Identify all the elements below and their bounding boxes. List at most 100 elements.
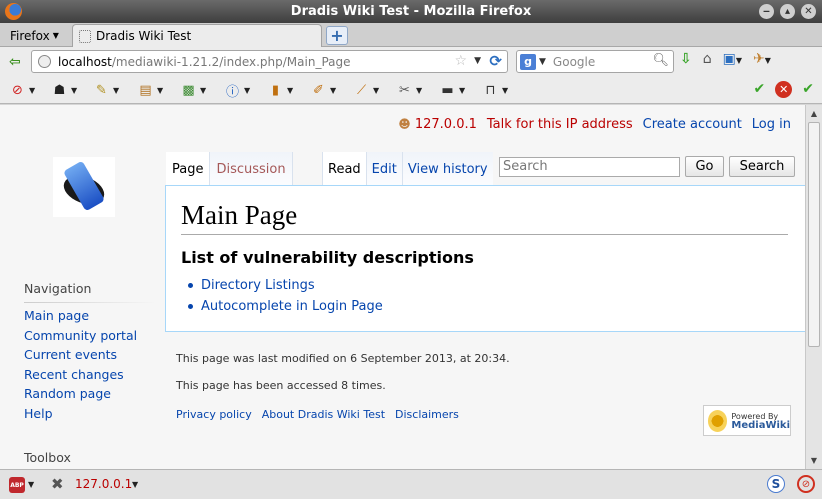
anon-ip-link[interactable]: 127.0.0.1 xyxy=(415,117,477,132)
talk-link[interactable]: Talk for this IP address xyxy=(487,117,633,132)
nav-link-community-portal[interactable]: Community portal xyxy=(24,328,137,348)
tab-read[interactable]: Read xyxy=(322,152,366,185)
list-item-link[interactable]: Directory Listings xyxy=(201,278,315,293)
clipboard-icon: ▤ xyxy=(139,82,152,98)
firefox-menu-button[interactable]: Firefox ▼ xyxy=(4,26,65,45)
page-viewport: ☻ 127.0.0.1 Talk for this IP address Cre… xyxy=(0,105,805,469)
no-script-icon[interactable]: ⊘ xyxy=(797,475,815,493)
search-engine-dropdown-icon[interactable]: ▼ xyxy=(539,57,546,67)
url-history-dropdown-icon[interactable]: ▼ xyxy=(474,56,481,66)
url-path: /mediawiki-1.21.2/index.php/Main_Page xyxy=(111,54,351,69)
toolbox-heading[interactable]: Toolbox xyxy=(24,450,71,465)
adblock-icon[interactable]: ABP xyxy=(9,477,25,493)
back-arrow-icon[interactable]: ⇦ xyxy=(9,54,21,70)
ruler-icon: ⟋ xyxy=(356,82,367,98)
vertical-scrollbar[interactable]: ▲ ▼ xyxy=(805,105,822,469)
disclaimers-link[interactable]: Disclaimers xyxy=(395,408,459,421)
nav-link-main-page[interactable]: Main page xyxy=(24,308,137,328)
bookmark-star-icon[interactable]: ☆ xyxy=(454,53,467,69)
url-host: localhost xyxy=(58,54,112,69)
checkmark-icon[interactable]: ✔ xyxy=(802,81,814,98)
nav-link-current-events[interactable]: Current events xyxy=(24,347,137,367)
page-content: Main Page List of vulnerability descript… xyxy=(165,185,805,332)
list-item[interactable]: Autocomplete in Login Page xyxy=(188,296,383,317)
scroll-down-icon[interactable]: ▼ xyxy=(808,454,820,466)
bookmarks-menu-icon[interactable]: ▣▼ xyxy=(723,51,742,67)
list-item-link[interactable]: Autocomplete in Login Page xyxy=(201,299,383,314)
search-button[interactable]: Search xyxy=(729,156,795,177)
list-item[interactable]: Directory Listings xyxy=(188,275,383,296)
outline-button[interactable]: ✐ ▼ xyxy=(310,81,336,99)
chevron-down-icon: ▼ xyxy=(373,85,380,95)
home-icon[interactable]: ⌂ xyxy=(703,51,712,67)
search-bar[interactable]: g ▼ Google 🔍︎ xyxy=(516,50,674,73)
tab-discussion[interactable]: Discussion xyxy=(210,152,293,185)
css-button[interactable]: ✎ ▼ xyxy=(93,81,119,99)
pencil-icon: ✎ xyxy=(96,82,107,98)
minimize-icon[interactable]: ‒ xyxy=(759,4,774,19)
information-button[interactable]: ⓘ ▼ xyxy=(224,81,250,100)
google-icon[interactable]: g xyxy=(520,53,536,70)
status-bar: ABP ▼ ✖ 127.0.0.1 ▼ S ⊘ xyxy=(0,469,822,499)
status-right-icons: S ⊘ xyxy=(767,475,815,493)
privacy-policy-link[interactable]: Privacy policy xyxy=(176,408,252,421)
navigation-toolbar: ⇦ localhost/mediawiki-1.21.2/index.php/M… xyxy=(0,47,822,76)
cookies-button[interactable]: ☗ ▼ xyxy=(51,81,77,99)
go-button[interactable]: Go xyxy=(685,156,724,177)
images-button[interactable]: ▩ ▼ xyxy=(180,81,206,99)
create-account-link[interactable]: Create account xyxy=(643,117,742,132)
error-icon[interactable]: ✕ xyxy=(775,81,793,98)
reload-icon[interactable]: ⟳ xyxy=(489,52,502,70)
window-titlebar: Dradis Wiki Test - Mozilla Firefox ‒ ▴ ✕ xyxy=(0,0,822,23)
options-button[interactable]: ⊓ ▼ xyxy=(482,81,508,99)
chevron-down-icon[interactable]: ▼ xyxy=(28,480,34,489)
browser-tab-active[interactable]: Dradis Wiki Test xyxy=(72,24,322,47)
wiki-search-input[interactable]: Search xyxy=(499,157,680,177)
wrench-icon: ✂ xyxy=(399,82,410,98)
bullet-icon xyxy=(188,304,193,309)
chevron-down-icon: ▼ xyxy=(29,85,36,95)
magnifier-icon[interactable]: 🔍︎ xyxy=(652,53,669,68)
nav-icons: ⇩ ⌂ ▣▼ ✈▼ xyxy=(680,51,771,67)
resize-button[interactable]: ⟋ ▼ xyxy=(353,81,379,99)
tab-view-history[interactable]: View history xyxy=(401,152,493,185)
tab-edit[interactable]: Edit xyxy=(365,152,402,185)
close-icon[interactable]: ✕ xyxy=(801,4,816,19)
miscellaneous-button[interactable]: ▮ ▼ xyxy=(267,81,293,99)
badge-text: Powered By MediaWiki xyxy=(731,412,790,431)
section-heading: List of vulnerability descriptions xyxy=(181,248,474,267)
close-x-icon[interactable]: ✖ xyxy=(51,475,64,493)
nav-link-random-page[interactable]: Random page xyxy=(24,386,137,406)
extension-bee-icon[interactable]: ✈▼ xyxy=(753,51,771,67)
chevron-down-icon: ▼ xyxy=(459,85,466,95)
view-source-button[interactable]: ▬ ▼ xyxy=(439,81,465,99)
powered-by-mediawiki-badge[interactable]: Powered By MediaWiki xyxy=(703,405,791,436)
about-link[interactable]: About Dradis Wiki Test xyxy=(262,408,385,421)
scroll-up-icon[interactable]: ▲ xyxy=(808,107,820,119)
login-link[interactable]: Log in xyxy=(752,117,791,132)
nav-link-help[interactable]: Help xyxy=(24,406,137,426)
tools-button[interactable]: ✂ ▼ xyxy=(396,81,422,99)
disable-button[interactable]: ⊘ ▼ xyxy=(9,81,35,99)
maximize-icon[interactable]: ▴ xyxy=(780,4,795,19)
downloads-icon[interactable]: ⇩ xyxy=(680,51,692,67)
bullet-icon xyxy=(188,283,193,288)
divider xyxy=(181,234,788,235)
status-ip-text[interactable]: 127.0.0.1 xyxy=(75,477,132,491)
navigation-list: Main page Community portal Current event… xyxy=(24,308,137,426)
firefox-menu-label: Firefox xyxy=(10,28,50,43)
user-icon: ☻ xyxy=(398,117,411,131)
url-bar[interactable]: localhost/mediawiki-1.21.2/index.php/Mai… xyxy=(31,50,508,73)
new-tab-button[interactable]: + xyxy=(326,26,348,45)
skype-icon[interactable]: S xyxy=(767,475,785,493)
scrollbar-thumb[interactable] xyxy=(808,122,820,347)
wiki-logo[interactable] xyxy=(53,157,115,217)
nav-link-recent-changes[interactable]: Recent changes xyxy=(24,367,137,387)
checkmark-icon[interactable]: ✔ xyxy=(754,81,766,98)
tab-page[interactable]: Page xyxy=(166,152,211,185)
forms-button[interactable]: ▤ ▼ xyxy=(137,81,163,99)
globe-icon xyxy=(38,55,51,68)
chevron-down-icon[interactable]: ▼ xyxy=(132,480,138,489)
page-icon xyxy=(79,29,91,43)
anon-user: ☻ 127.0.0.1 xyxy=(398,117,477,132)
